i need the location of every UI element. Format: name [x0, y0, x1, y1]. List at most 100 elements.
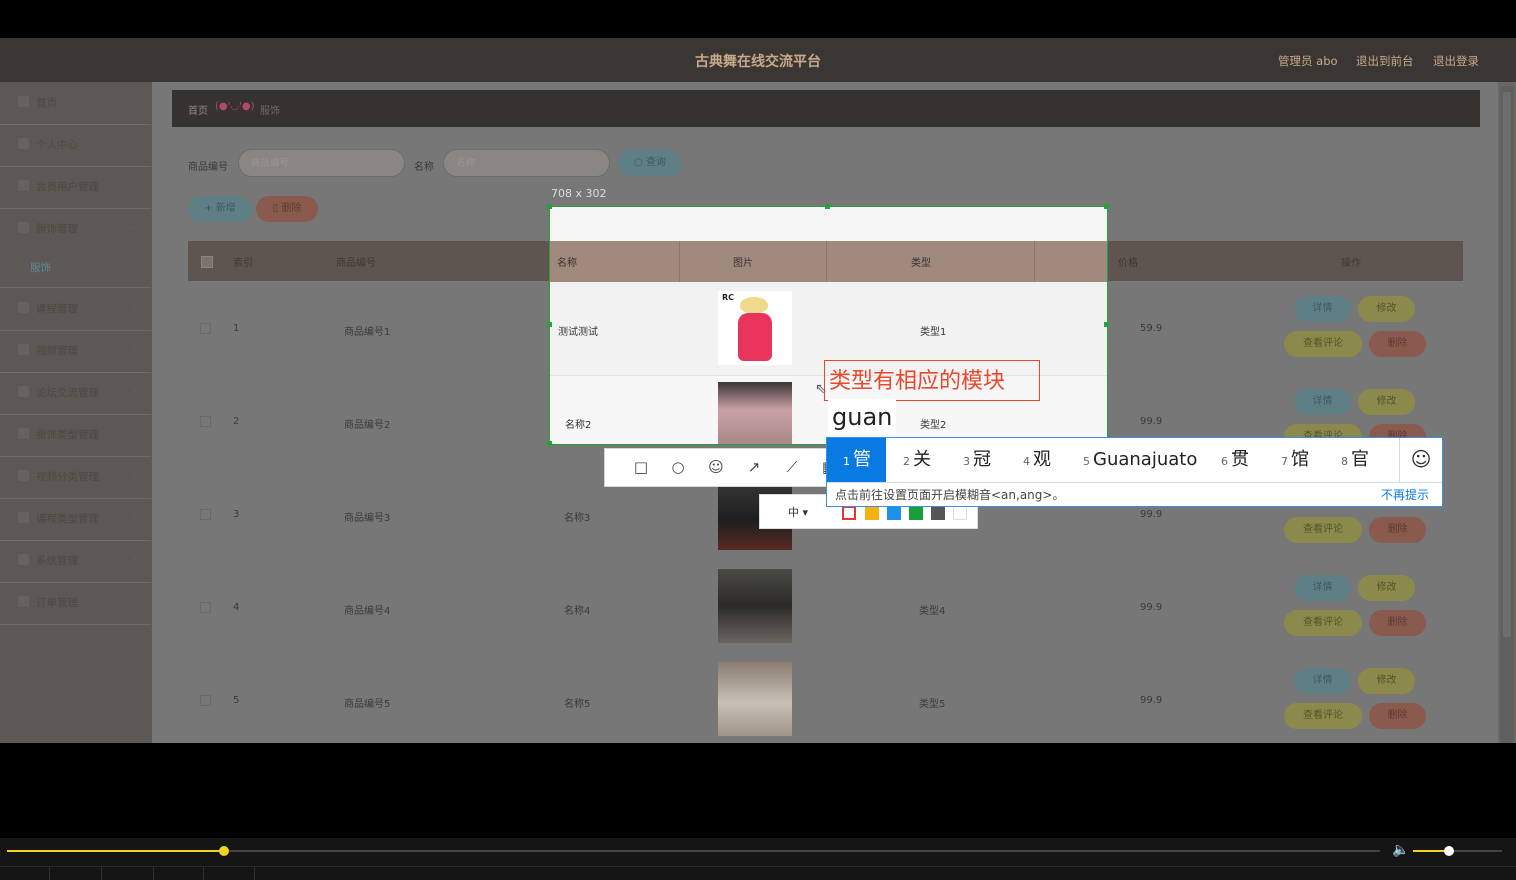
color-swatch-white[interactable]: [953, 506, 967, 520]
ime-candidate[interactable]: 6贯: [1221, 438, 1249, 482]
code-label: 商品编号: [188, 162, 228, 173]
sidebar: 首页 个人中心 会员用户管理 › 服饰管理 ⌄ 服饰 课程管理 › 视频管理 › 论坛交…: [0, 82, 152, 743]
emoji-tool-icon[interactable]: ☺: [706, 457, 726, 477]
color-swatch-gray[interactable]: [931, 506, 945, 520]
color-swatch-blue[interactable]: [887, 506, 901, 520]
breadcrumb-home[interactable]: 首页: [188, 102, 208, 117]
delete-button[interactable]: 删除: [1369, 517, 1426, 543]
ime-candidate[interactable]: 5 Guanajuato: [1083, 438, 1197, 482]
code-search-input[interactable]: 商品编号: [238, 149, 405, 177]
scrollbar-thumb[interactable]: [1503, 92, 1511, 637]
edit-button[interactable]: 修改: [1358, 296, 1415, 322]
pen-tool-icon[interactable]: ⟋: [782, 457, 802, 477]
resize-handle[interactable]: [1104, 204, 1109, 209]
color-swatch-red[interactable]: [842, 506, 856, 520]
delete-button[interactable]: 删除: [1369, 610, 1426, 636]
header-image[interactable]: 图片: [733, 254, 753, 269]
comments-button[interactable]: 查看评论: [1284, 517, 1362, 543]
sidebar-item-clothing[interactable]: 服饰管理 ⌄: [0, 208, 151, 250]
row-checkbox[interactable]: [200, 509, 211, 520]
detail-button[interactable]: 详情: [1294, 668, 1351, 694]
to-front-link[interactable]: 退出到前台: [1356, 53, 1414, 69]
sidebar-item-video-categories[interactable]: 视频分类管理 ›: [0, 456, 151, 499]
chat-icon: [18, 386, 29, 397]
capture-size-label: 708 x 302: [551, 187, 607, 200]
edit-button[interactable]: 修改: [1358, 575, 1415, 601]
header-index: 索引: [233, 258, 253, 269]
comments-button[interactable]: 查看评论: [1284, 610, 1362, 636]
sidebar-item-orders[interactable]: 订单管理 ›: [0, 582, 151, 625]
home-icon: [18, 96, 29, 107]
player-divider: [0, 866, 1516, 867]
chevron-right-icon: ›: [133, 470, 137, 480]
rectangle-tool-icon[interactable]: □: [631, 457, 651, 477]
comments-button[interactable]: 查看评论: [1284, 703, 1362, 729]
row-checkbox[interactable]: [200, 416, 211, 427]
logout-link[interactable]: 退出登录: [1433, 53, 1479, 69]
sidebar-item-forum[interactable]: 论坛交流管理 ›: [0, 372, 151, 415]
sidebar-item-videos[interactable]: 视频管理 ›: [0, 330, 151, 373]
ime-candidate[interactable]: 8官: [1341, 438, 1369, 482]
sidebar-item-clothing-types[interactable]: 服饰类型管理 ›: [0, 414, 151, 457]
page-scrollbar[interactable]: [1500, 86, 1514, 743]
progress-handle[interactable]: [218, 846, 229, 856]
sidebar-item-members[interactable]: 会员用户管理 ›: [0, 166, 151, 209]
comments-button[interactable]: 查看评论: [1284, 331, 1362, 357]
sidebar-subitem-clothing[interactable]: 服饰: [30, 260, 51, 275]
row-checkbox[interactable]: [200, 602, 211, 613]
product-image: RC: [718, 291, 792, 365]
ime-candidate[interactable]: 3冠: [963, 438, 991, 482]
text-annotation[interactable]: 类型有相应的模块: [824, 360, 1040, 401]
color-swatch-orange[interactable]: [865, 506, 879, 520]
add-button[interactable]: + 新增: [188, 196, 252, 222]
delete-button[interactable]: 删除: [1369, 703, 1426, 729]
delete-button[interactable]: 删除: [1369, 331, 1426, 357]
name-search-input[interactable]: 名称: [443, 149, 610, 177]
detail-button[interactable]: 详情: [1294, 296, 1351, 322]
query-button[interactable]: ○ 查询: [618, 150, 682, 176]
shirt-icon: [18, 222, 29, 233]
resize-handle[interactable]: [547, 441, 552, 446]
sidebar-item-course-types[interactable]: 课程类型管理 ›: [0, 498, 151, 541]
ime-hint[interactable]: 点击前往设置页面开启模糊音<an,ang>。: [835, 486, 1064, 503]
row-checkbox[interactable]: [200, 695, 211, 706]
volume-handle[interactable]: [1443, 846, 1454, 856]
emoji-icon[interactable]: ☺: [1409, 446, 1433, 472]
sidebar-item-home[interactable]: 首页: [0, 82, 151, 125]
ime-dismiss-link[interactable]: 不再提示: [1381, 486, 1429, 503]
color-swatch-green[interactable]: [909, 506, 923, 520]
detail-button[interactable]: 详情: [1294, 389, 1351, 415]
font-size-select[interactable]: 中 ▾: [788, 504, 808, 520]
ime-candidate[interactable]: 7馆: [1281, 438, 1309, 482]
resize-handle[interactable]: [547, 204, 552, 209]
ime-candidate[interactable]: 1管: [843, 438, 871, 482]
arrow-tool-icon[interactable]: ↗: [744, 457, 764, 477]
chevron-right-icon: ›: [133, 386, 137, 396]
edit-button[interactable]: 修改: [1358, 668, 1415, 694]
resize-handle[interactable]: [547, 322, 552, 327]
detail-button[interactable]: 详情: [1294, 575, 1351, 601]
header-type[interactable]: 类型: [911, 254, 931, 269]
sidebar-item-courses[interactable]: 课程管理 ›: [0, 287, 151, 331]
batch-delete-button[interactable]: ▯ 删除: [256, 196, 318, 222]
sidebar-item-profile[interactable]: 个人中心: [0, 124, 151, 167]
ime-candidate[interactable]: 4观: [1023, 438, 1051, 482]
search-icon: ○: [634, 157, 643, 168]
resize-handle[interactable]: [1104, 322, 1109, 327]
ime-candidate[interactable]: 2关: [903, 438, 931, 482]
select-all-checkbox[interactable]: [201, 256, 213, 268]
breadcrumb-separator: (●'◡'●): [215, 101, 255, 112]
sidebar-item-system[interactable]: 系统管理 ›: [0, 540, 151, 583]
user-icon: [18, 138, 29, 149]
column-divider: [679, 241, 680, 282]
list-icon: [18, 512, 29, 523]
edit-button[interactable]: 修改: [1358, 389, 1415, 415]
ime-candidate-window: 1管 2关 3冠 4观 5 Guanajuato 6贯 7馆 8官 ☺ 点击前往设…: [826, 437, 1443, 507]
header-price[interactable]: 价格: [1118, 254, 1138, 269]
header-code[interactable]: 商品编号: [336, 254, 376, 269]
volume-icon[interactable]: 🔈: [1392, 842, 1409, 858]
row-checkbox[interactable]: [200, 323, 211, 334]
header-name[interactable]: 名称: [557, 254, 577, 269]
resize-handle[interactable]: [825, 204, 830, 209]
ellipse-tool-icon[interactable]: ○: [668, 457, 688, 477]
